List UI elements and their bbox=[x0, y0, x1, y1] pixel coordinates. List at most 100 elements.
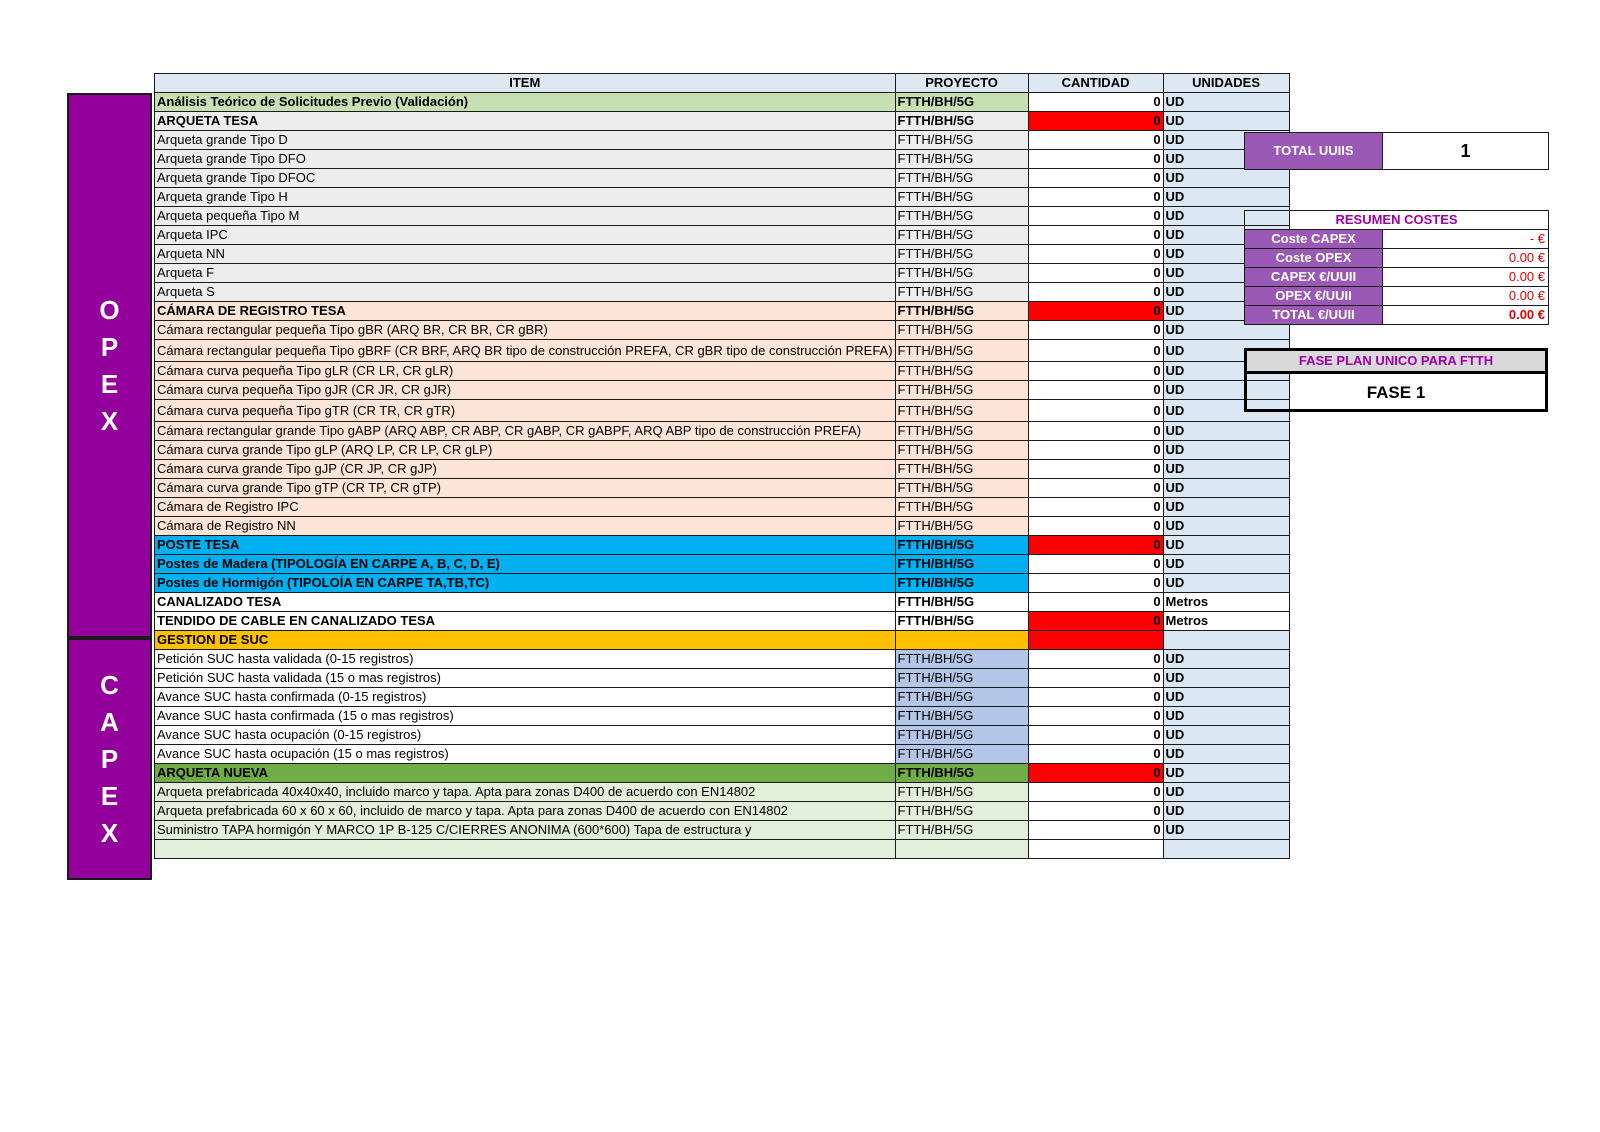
item-cell[interactable]: Arqueta IPC bbox=[154, 225, 896, 245]
cantidad-cell[interactable]: 0 bbox=[1027, 497, 1164, 517]
proyecto-cell[interactable]: FTTH/BH/5G bbox=[894, 573, 1029, 593]
item-cell[interactable]: Arqueta prefabricada 40x40x40, incluido … bbox=[154, 782, 896, 802]
item-cell[interactable]: Arqueta grande Tipo DFOC bbox=[154, 168, 896, 188]
proyecto-cell[interactable]: FTTH/BH/5G bbox=[894, 725, 1029, 745]
proyecto-cell[interactable]: FTTH/BH/5G bbox=[894, 782, 1029, 802]
item-cell[interactable]: Arqueta S bbox=[154, 282, 896, 302]
item-cell[interactable]: Cámara curva pequeña Tipo gJR (CR JR, CR… bbox=[154, 380, 896, 400]
unidades-cell[interactable]: Metros bbox=[1162, 611, 1290, 631]
item-cell[interactable]: Avance SUC hasta ocupación (15 o mas reg… bbox=[154, 744, 896, 764]
item-cell[interactable]: GESTION DE SUC bbox=[154, 630, 896, 650]
item-cell[interactable]: ARQUETA TESA bbox=[154, 111, 896, 131]
item-cell[interactable]: Cámara curva grande Tipo gTP (CR TP, CR … bbox=[154, 478, 896, 498]
item-cell[interactable] bbox=[154, 839, 896, 859]
cantidad-cell[interactable]: 0 bbox=[1027, 244, 1164, 264]
unidades-cell[interactable] bbox=[1162, 630, 1290, 650]
cantidad-cell[interactable]: 0 bbox=[1027, 361, 1164, 381]
unidades-cell[interactable]: UD bbox=[1162, 497, 1290, 517]
unidades-cell[interactable]: UD bbox=[1162, 782, 1290, 802]
proyecto-cell[interactable]: FTTH/BH/5G bbox=[894, 263, 1029, 283]
item-cell[interactable]: POSTE TESA bbox=[154, 535, 896, 555]
cantidad-cell[interactable]: 0 bbox=[1027, 149, 1164, 169]
proyecto-cell[interactable]: FTTH/BH/5G bbox=[894, 301, 1029, 321]
item-cell[interactable]: Postes de Hormigón (TIPOLOÍA EN CARPE TA… bbox=[154, 573, 896, 593]
cantidad-cell[interactable]: 0 bbox=[1027, 111, 1164, 131]
cantidad-cell[interactable]: 0 bbox=[1027, 611, 1164, 631]
item-cell[interactable]: Cámara curva pequeña Tipo gLR (CR LR, CR… bbox=[154, 361, 896, 381]
unidades-cell[interactable]: UD bbox=[1162, 744, 1290, 764]
proyecto-cell[interactable]: FTTH/BH/5G bbox=[894, 497, 1029, 517]
item-cell[interactable]: Arqueta grande Tipo D bbox=[154, 130, 896, 150]
proyecto-cell[interactable]: FTTH/BH/5G bbox=[894, 611, 1029, 631]
unidades-cell[interactable] bbox=[1162, 839, 1290, 859]
cantidad-cell[interactable]: 0 bbox=[1027, 187, 1164, 207]
item-cell[interactable]: Cámara curva grande Tipo gJP (CR JP, CR … bbox=[154, 459, 896, 479]
cantidad-cell[interactable]: 0 bbox=[1027, 782, 1164, 802]
total-uuiis-value[interactable]: 1 bbox=[1382, 132, 1549, 170]
item-cell[interactable]: Arqueta F bbox=[154, 263, 896, 283]
item-cell[interactable]: CANALIZADO TESA bbox=[154, 592, 896, 612]
cantidad-cell[interactable]: 0 bbox=[1027, 263, 1164, 283]
proyecto-cell[interactable]: FTTH/BH/5G bbox=[894, 92, 1029, 112]
unidades-cell[interactable]: UD bbox=[1162, 440, 1290, 460]
item-cell[interactable]: Cámara rectangular pequeña Tipo gBR (ARQ… bbox=[154, 320, 896, 340]
cantidad-cell[interactable]: 0 bbox=[1027, 380, 1164, 400]
fase-value[interactable]: FASE 1 bbox=[1247, 374, 1545, 412]
proyecto-cell[interactable]: FTTH/BH/5G bbox=[894, 130, 1029, 150]
item-cell[interactable]: Cámara curva pequeña Tipo gTR (CR TR, CR… bbox=[154, 399, 896, 422]
item-cell[interactable]: Avance SUC hasta confirmada (0-15 regist… bbox=[154, 687, 896, 707]
proyecto-cell[interactable]: FTTH/BH/5G bbox=[894, 744, 1029, 764]
proyecto-cell[interactable]: FTTH/BH/5G bbox=[894, 801, 1029, 821]
cantidad-cell[interactable]: 0 bbox=[1027, 282, 1164, 302]
proyecto-cell[interactable]: FTTH/BH/5G bbox=[894, 687, 1029, 707]
proyecto-cell[interactable]: FTTH/BH/5G bbox=[894, 168, 1029, 188]
unidades-cell[interactable]: UD bbox=[1162, 706, 1290, 726]
cantidad-cell[interactable]: 0 bbox=[1027, 535, 1164, 555]
cantidad-cell[interactable]: 0 bbox=[1027, 206, 1164, 226]
item-cell[interactable]: Postes de Madera (TIPOLOGÍA EN CARPE A, … bbox=[154, 554, 896, 574]
unidades-cell[interactable]: UD bbox=[1162, 459, 1290, 479]
proyecto-cell[interactable]: FTTH/BH/5G bbox=[894, 554, 1029, 574]
item-cell[interactable]: TENDIDO DE CABLE EN CANALIZADO TESA bbox=[154, 611, 896, 631]
proyecto-cell[interactable] bbox=[894, 839, 1029, 859]
unidades-cell[interactable]: UD bbox=[1162, 725, 1290, 745]
cantidad-cell[interactable]: 0 bbox=[1027, 168, 1164, 188]
unidades-cell[interactable]: UD bbox=[1162, 763, 1290, 783]
unidades-cell[interactable]: UD bbox=[1162, 478, 1290, 498]
item-cell[interactable]: CÁMARA DE REGISTRO TESA bbox=[154, 301, 896, 321]
cantidad-cell[interactable]: 0 bbox=[1027, 320, 1164, 340]
cantidad-cell[interactable]: 0 bbox=[1027, 339, 1164, 362]
cantidad-cell[interactable]: 0 bbox=[1027, 516, 1164, 536]
cantidad-cell[interactable]: 0 bbox=[1027, 668, 1164, 688]
proyecto-cell[interactable]: FTTH/BH/5G bbox=[894, 282, 1029, 302]
item-cell[interactable]: Cámara curva grande Tipo gLP (ARQ LP, CR… bbox=[154, 440, 896, 460]
unidades-cell[interactable]: UD bbox=[1162, 111, 1290, 131]
proyecto-cell[interactable]: FTTH/BH/5G bbox=[894, 421, 1029, 441]
unidades-cell[interactable]: UD bbox=[1162, 668, 1290, 688]
proyecto-cell[interactable]: FTTH/BH/5G bbox=[894, 244, 1029, 264]
cantidad-cell[interactable]: 0 bbox=[1027, 592, 1164, 612]
proyecto-cell[interactable]: FTTH/BH/5G bbox=[894, 478, 1029, 498]
proyecto-cell[interactable]: FTTH/BH/5G bbox=[894, 187, 1029, 207]
cantidad-cell[interactable]: 0 bbox=[1027, 706, 1164, 726]
cantidad-cell[interactable] bbox=[1027, 630, 1164, 650]
cantidad-cell[interactable]: 0 bbox=[1027, 421, 1164, 441]
cantidad-cell[interactable]: 0 bbox=[1027, 399, 1164, 422]
proyecto-cell[interactable] bbox=[894, 630, 1029, 650]
cantidad-cell[interactable]: 0 bbox=[1027, 763, 1164, 783]
proyecto-cell[interactable]: FTTH/BH/5G bbox=[894, 225, 1029, 245]
item-cell[interactable]: Arqueta pequeña Tipo M bbox=[154, 206, 896, 226]
proyecto-cell[interactable]: FTTH/BH/5G bbox=[894, 592, 1029, 612]
unidades-cell[interactable]: UD bbox=[1162, 687, 1290, 707]
cantidad-cell[interactable]: 0 bbox=[1027, 649, 1164, 669]
proyecto-cell[interactable]: FTTH/BH/5G bbox=[894, 111, 1029, 131]
cantidad-cell[interactable]: 0 bbox=[1027, 225, 1164, 245]
cantidad-cell[interactable]: 0 bbox=[1027, 554, 1164, 574]
unidades-cell[interactable]: UD bbox=[1162, 516, 1290, 536]
proyecto-cell[interactable]: FTTH/BH/5G bbox=[894, 706, 1029, 726]
cantidad-cell[interactable]: 0 bbox=[1027, 820, 1164, 840]
unidades-cell[interactable]: UD bbox=[1162, 168, 1290, 188]
proyecto-cell[interactable]: FTTH/BH/5G bbox=[894, 206, 1029, 226]
proyecto-cell[interactable]: FTTH/BH/5G bbox=[894, 361, 1029, 381]
unidades-cell[interactable]: UD bbox=[1162, 187, 1290, 207]
